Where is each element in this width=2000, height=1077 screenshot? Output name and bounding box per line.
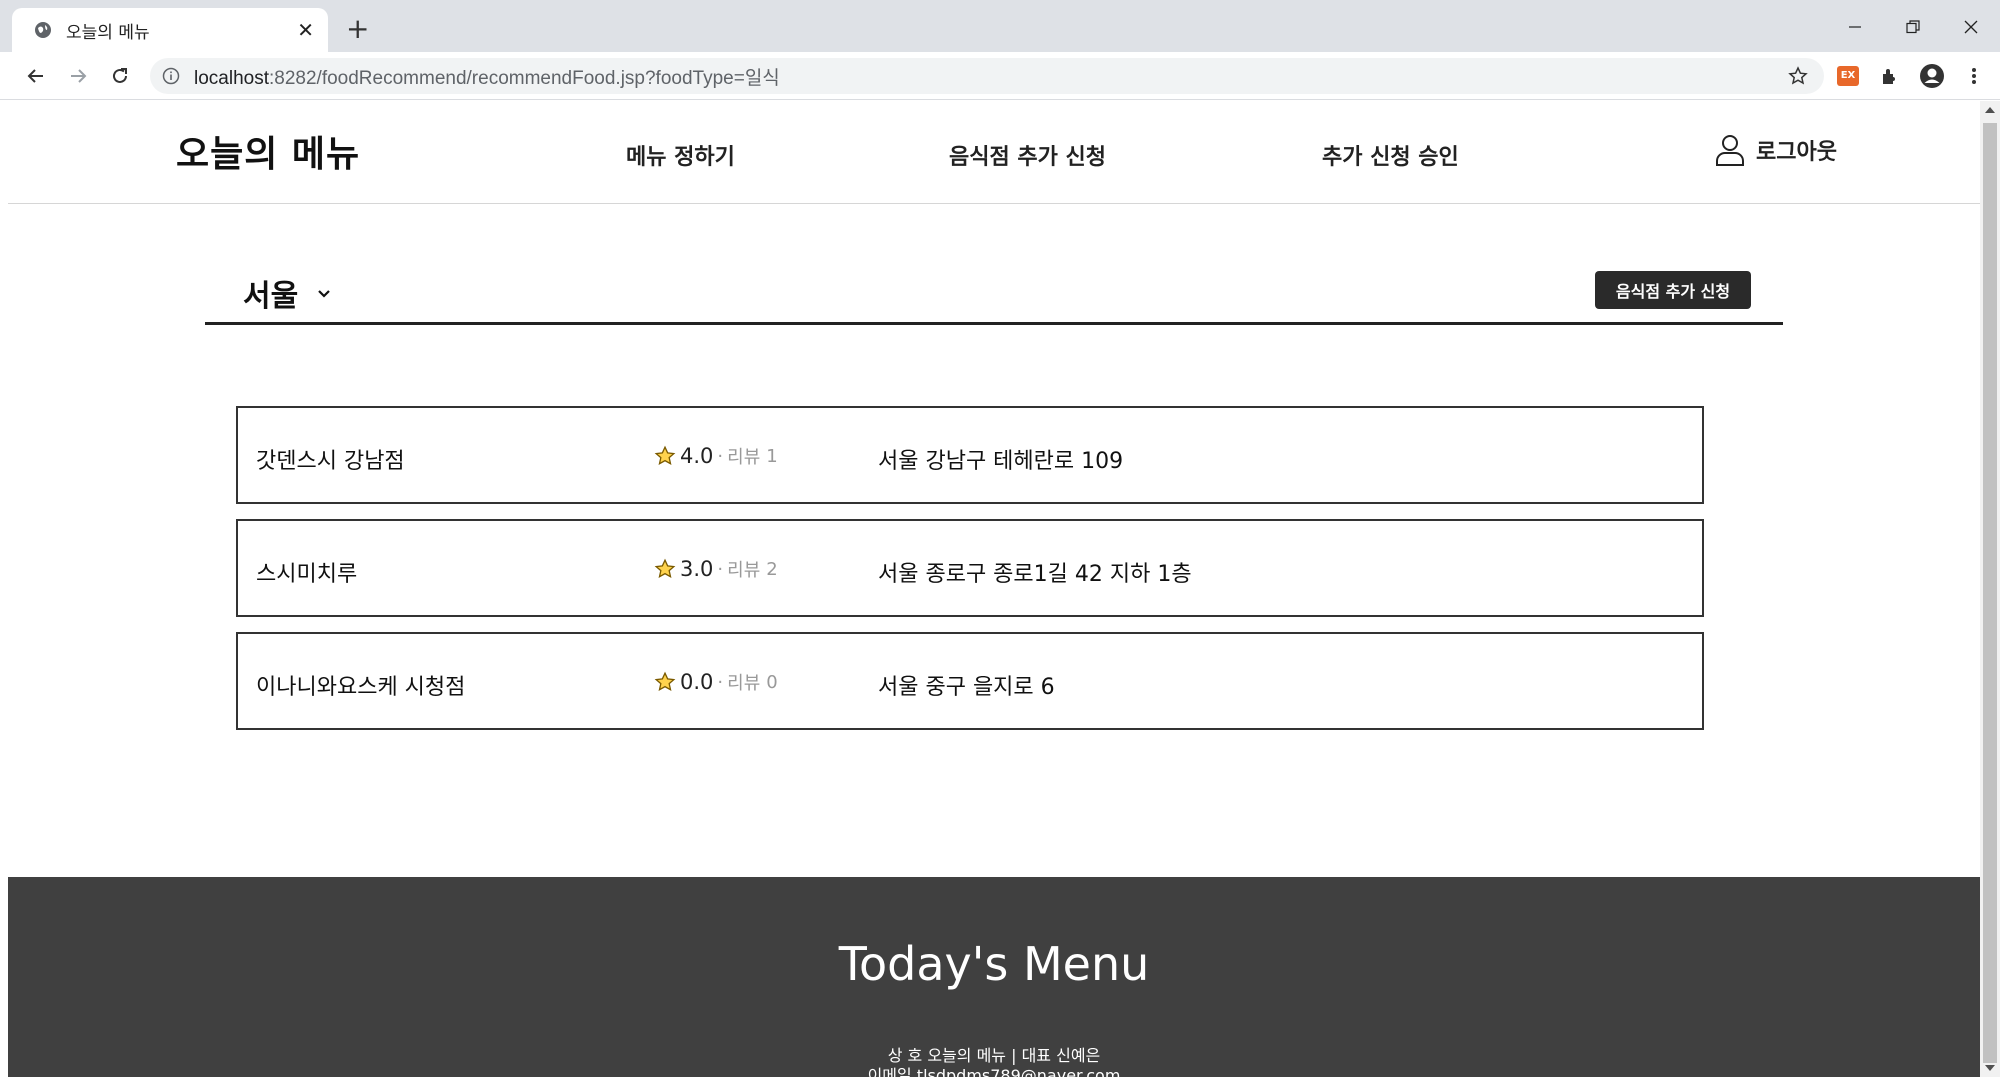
restaurant-request-button[interactable]: 음식점 추가 신청 <box>1595 271 1751 309</box>
url-text: localhost:8282/foodRecommend/recommendFo… <box>194 63 780 90</box>
nav-menu-decide[interactable]: 메뉴 정하기 <box>626 139 735 171</box>
separator: · <box>717 558 724 580</box>
rating-score: 3.0 <box>680 557 714 581</box>
scrollbar-thumb[interactable] <box>1983 123 1997 1063</box>
menu-icon[interactable] <box>1960 62 1988 90</box>
info-icon[interactable] <box>162 67 180 85</box>
restaurant-card[interactable]: 갓덴스시 강남점 4.0 · 리뷰 1 서울 강남구 테헤란로 109 <box>236 406 1704 504</box>
region-bar: 서울 음식점 추가 신청 <box>205 271 1783 325</box>
site-logo[interactable]: 오늘의 메뉴 <box>176 125 360 177</box>
url-path: :8282/foodRecommend/recommendFood.jsp?fo… <box>269 67 780 89</box>
restaurant-address: 서울 중구 을지로 6 <box>878 675 1055 700</box>
restaurant-rating: 0.0 · 리뷰 0 <box>654 669 778 695</box>
separator: · <box>717 445 724 467</box>
region-select[interactable]: 서울 <box>243 271 332 315</box>
rating-score: 0.0 <box>680 670 714 694</box>
url-host: localhost <box>194 67 269 89</box>
nav-request-approval[interactable]: 추가 신청 승인 <box>1322 139 1459 171</box>
reload-icon[interactable] <box>106 62 134 90</box>
restaurant-rating: 3.0 · 리뷰 2 <box>654 556 778 582</box>
restaurant-address: 서울 강남구 테헤란로 109 <box>878 449 1124 474</box>
review-count: 0 <box>766 671 778 693</box>
logout-label: 로그아웃 <box>1756 140 1837 165</box>
back-icon[interactable] <box>22 62 50 90</box>
footer-email: 이메일 tlsdpdms789@naver.com <box>867 1066 1121 1077</box>
star-icon[interactable] <box>1786 64 1810 88</box>
close-icon[interactable]: ✕ <box>297 18 314 42</box>
tab-title: 오늘의 메뉴 <box>66 22 150 43</box>
page-viewport: 오늘의 메뉴 메뉴 정하기 음식점 추가 신청 추가 신청 승인 로그아웃 서울… <box>8 101 1980 1077</box>
review-label: 리뷰 <box>727 673 761 694</box>
rating-score: 4.0 <box>680 444 714 468</box>
review-label: 리뷰 <box>727 447 761 468</box>
globe-icon <box>34 21 52 39</box>
minimize-icon[interactable] <box>1840 12 1870 42</box>
browser-tabbar: 오늘의 메뉴 ✕ + <box>0 0 2000 52</box>
plus-icon[interactable]: + <box>346 14 369 44</box>
extension-icon[interactable] <box>1876 62 1904 90</box>
footer-brand: Today's Menu <box>838 937 1150 991</box>
restaurant-card[interactable]: 이나니와요스케 시청점 0.0 · 리뷰 0 서울 중구 을지로 6 <box>236 632 1704 730</box>
user-icon <box>1714 133 1746 167</box>
restaurant-card[interactable]: 스시미치루 3.0 · 리뷰 2 서울 종로구 종로1길 42 지하 1층 <box>236 519 1704 617</box>
review-label: 리뷰 <box>727 560 761 581</box>
restore-icon[interactable] <box>1898 12 1928 42</box>
restaurant-name: 스시미치루 <box>256 562 358 587</box>
restaurant-address: 서울 종로구 종로1길 42 지하 1층 <box>878 562 1192 587</box>
restaurant-list: 갓덴스시 강남점 4.0 · 리뷰 1 서울 강남구 테헤란로 109 스시미치… <box>236 406 1704 745</box>
address-bar[interactable]: localhost:8282/foodRecommend/recommendFo… <box>150 58 1824 94</box>
star-icon <box>654 671 676 693</box>
region-name: 서울 <box>243 279 299 314</box>
nav-restaurant-request[interactable]: 음식점 추가 신청 <box>949 139 1106 171</box>
profile-icon[interactable] <box>1918 62 1946 90</box>
forward-icon[interactable] <box>64 62 92 90</box>
chevron-down-icon <box>316 285 332 301</box>
scroll-down-icon[interactable] <box>1985 1065 1995 1071</box>
restaurant-rating: 4.0 · 리뷰 1 <box>654 443 778 469</box>
star-icon <box>654 445 676 467</box>
ext-badge-label: EX <box>1837 66 1859 86</box>
browser-toolbar: localhost:8282/foodRecommend/recommendFo… <box>0 52 2000 100</box>
scroll-up-icon[interactable] <box>1985 107 1995 113</box>
page-scrollbar[interactable] <box>1980 101 2000 1077</box>
site-footer: Today's Menu 상 호 오늘의 메뉴 | 대표 신예은 이메일 tls… <box>8 877 1980 1077</box>
logout-link[interactable]: 로그아웃 <box>1714 133 1837 167</box>
review-count: 2 <box>766 558 778 580</box>
separator: · <box>717 671 724 693</box>
browser-tab[interactable]: 오늘의 메뉴 ✕ <box>12 8 328 52</box>
star-icon <box>654 558 676 580</box>
review-count: 1 <box>766 445 778 467</box>
site-header: 오늘의 메뉴 메뉴 정하기 음식점 추가 신청 추가 신청 승인 로그아웃 <box>8 101 1980 204</box>
restaurant-name: 갓덴스시 강남점 <box>256 449 405 474</box>
window-close-icon[interactable] <box>1956 12 1986 42</box>
extension-badge[interactable]: EX <box>1834 62 1862 90</box>
restaurant-name: 이나니와요스케 시청점 <box>256 675 466 700</box>
